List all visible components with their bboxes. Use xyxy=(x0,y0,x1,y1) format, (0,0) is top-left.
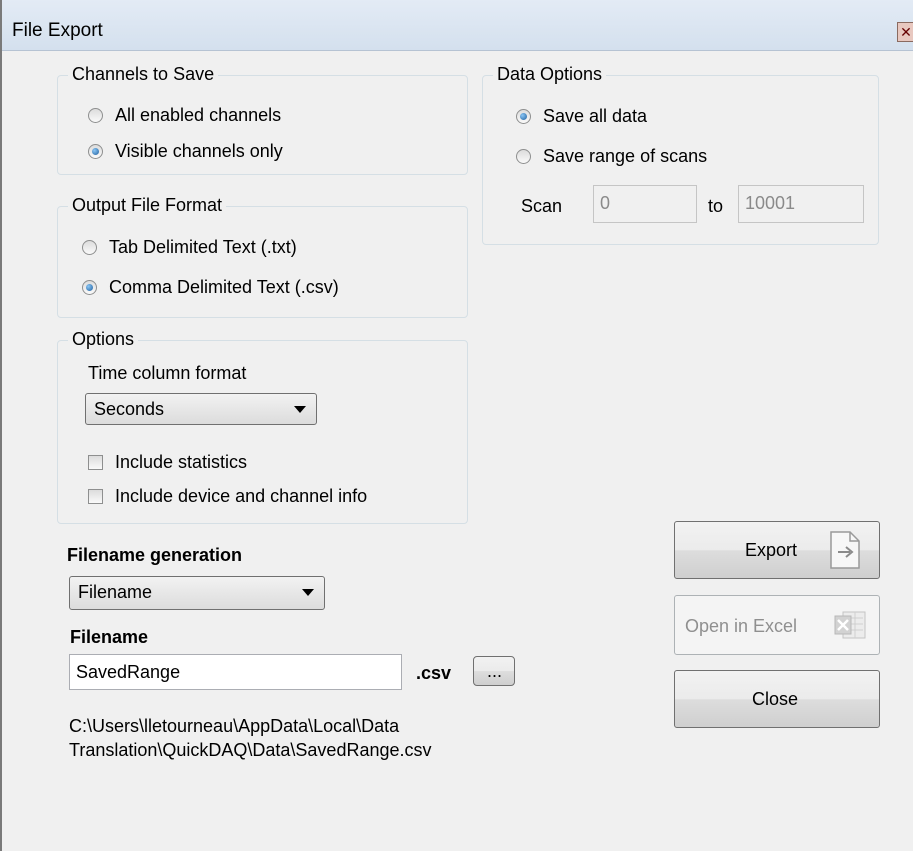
scan-from-value: 0 xyxy=(600,193,611,213)
radio-label: All enabled channels xyxy=(115,105,282,125)
excel-icon xyxy=(834,611,866,639)
file-path-line2: Translation\QuickDAQ\Data\SavedRange.csv xyxy=(69,740,432,760)
radio-label: Visible channels only xyxy=(115,141,283,161)
open-in-excel-label: Open in Excel xyxy=(685,616,798,636)
window-title: File Export xyxy=(12,20,103,41)
time-column-format-select[interactable]: Seconds xyxy=(85,393,317,425)
scan-from-input[interactable]: 0 xyxy=(593,185,697,223)
title-bar: File Export ✕ xyxy=(2,0,913,51)
filename-value: SavedRange xyxy=(76,662,181,682)
radio-save-all-data[interactable]: Save all data xyxy=(516,106,647,127)
include-statistics-checkbox-row[interactable]: Include statistics xyxy=(88,452,247,473)
include-statistics-label: Include statistics xyxy=(115,452,248,472)
radio-button[interactable] xyxy=(516,149,531,164)
file-extension-label: .csv xyxy=(416,663,452,683)
radio-label: Comma Delimited Text (.csv) xyxy=(109,277,339,297)
browse-button[interactable]: ... xyxy=(473,656,515,686)
radio-label: Tab Delimited Text (.txt) xyxy=(109,237,297,257)
time-column-format-label: Time column format xyxy=(88,363,247,383)
chevron-down-icon xyxy=(302,589,314,596)
export-label: Export xyxy=(745,540,798,560)
export-button[interactable]: Export xyxy=(674,521,880,579)
radio-label: Save all data xyxy=(543,106,648,126)
chevron-down-icon xyxy=(294,406,306,413)
options-legend: Options xyxy=(68,329,139,350)
output-file-format-group: Output File Format Tab Delimited Text (.… xyxy=(57,195,468,318)
radio-tab-delimited[interactable]: Tab Delimited Text (.txt) xyxy=(82,237,297,258)
include-device-info-checkbox[interactable] xyxy=(88,489,103,504)
filename-generation-value: Filename xyxy=(78,582,153,602)
data-options-legend: Data Options xyxy=(493,64,607,85)
include-device-info-checkbox-row[interactable]: Include device and channel info xyxy=(88,486,367,507)
radio-comma-delimited[interactable]: Comma Delimited Text (.csv) xyxy=(82,277,339,298)
filename-generation-select[interactable]: Filename xyxy=(69,576,325,610)
open-in-excel-button[interactable]: Open in Excel xyxy=(674,595,880,655)
include-statistics-checkbox[interactable] xyxy=(88,455,103,470)
close-label: Close xyxy=(752,689,799,709)
to-label: to xyxy=(708,196,724,216)
radio-save-range-of-scans[interactable]: Save range of scans xyxy=(516,146,707,167)
filename-generation-label: Filename generation xyxy=(67,545,243,565)
close-window-button[interactable]: ✕ xyxy=(897,22,913,42)
filename-input[interactable]: SavedRange xyxy=(69,654,402,690)
browse-label: ... xyxy=(487,661,503,681)
filename-label: Filename xyxy=(70,627,149,647)
scan-label: Scan xyxy=(521,196,563,216)
scan-to-input[interactable]: 10001 xyxy=(738,185,864,223)
channels-to-save-legend: Channels to Save xyxy=(68,64,219,85)
output-file-format-legend: Output File Format xyxy=(68,195,227,216)
file-export-dialog: File Export ✕ Channels to Save All enabl… xyxy=(0,0,913,851)
radio-button[interactable] xyxy=(82,280,97,295)
radio-button[interactable] xyxy=(88,144,103,159)
close-button[interactable]: Close xyxy=(674,670,880,728)
close-icon: ✕ xyxy=(900,24,912,40)
radio-label: Save range of scans xyxy=(543,146,708,166)
include-device-info-label: Include device and channel info xyxy=(115,486,368,506)
options-group: Options Time column format Seconds Inclu… xyxy=(57,329,468,524)
file-path-line1: C:\Users\lletourneau\AppData\Local\Data xyxy=(69,716,400,736)
radio-button[interactable] xyxy=(516,109,531,124)
radio-all-enabled-channels[interactable]: All enabled channels xyxy=(88,105,281,126)
radio-button[interactable] xyxy=(82,240,97,255)
scan-to-value: 10001 xyxy=(745,193,796,213)
data-options-group: Data Options Save all data Save range of… xyxy=(482,64,879,245)
radio-visible-channels-only[interactable]: Visible channels only xyxy=(88,141,283,162)
file-arrow-icon xyxy=(830,531,860,569)
time-column-format-value: Seconds xyxy=(94,399,165,419)
channels-to-save-group: Channels to Save All enabled channels Vi… xyxy=(57,64,468,175)
radio-button[interactable] xyxy=(88,108,103,123)
